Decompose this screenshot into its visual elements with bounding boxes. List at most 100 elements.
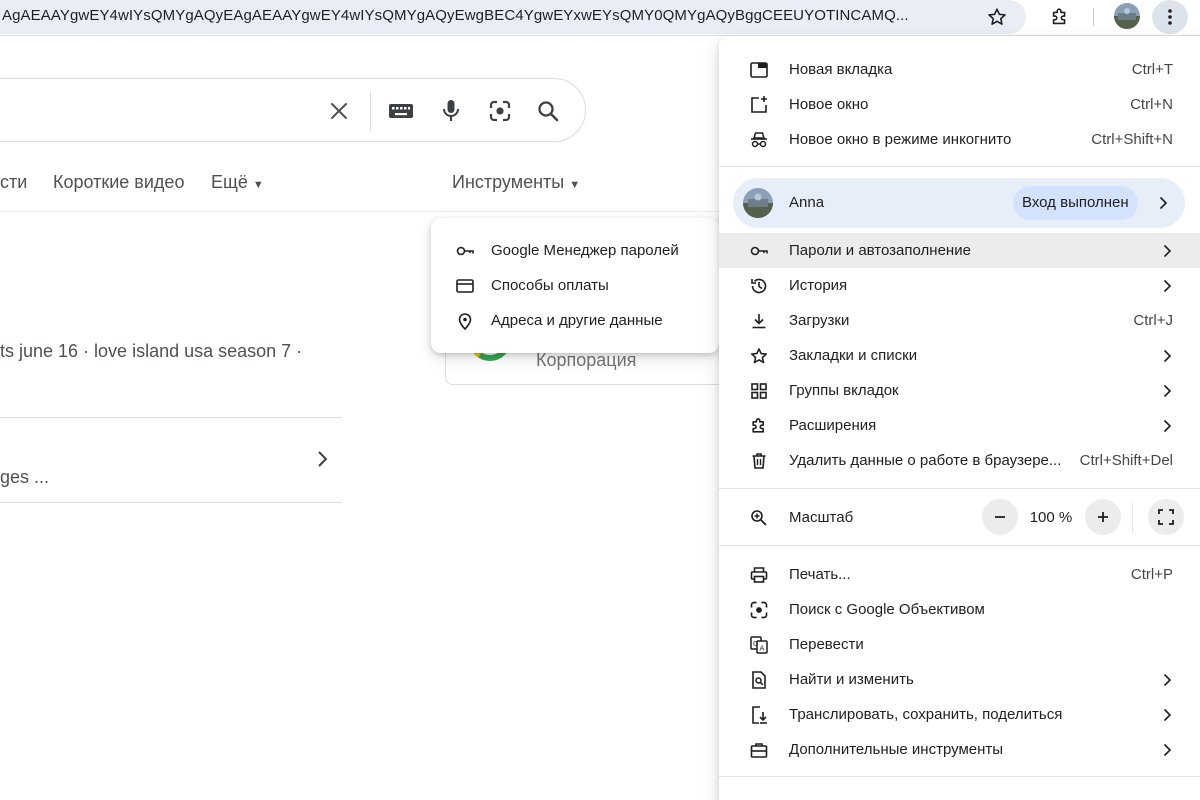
menu-item-more-tools[interactable]: Дополнительные инструменты — [719, 732, 1200, 767]
menu-item-shortcut: Ctrl+Shift+Del — [1079, 452, 1173, 469]
tab-news[interactable]: сти — [0, 172, 27, 193]
menu-item-label: Удалить данные о работе в браузере... — [789, 452, 1062, 469]
menu-item-label: Новое окно в режиме инкогнито — [789, 131, 1012, 148]
menu-profile-row[interactable]: Anna Вход выполнен — [733, 178, 1185, 228]
find-icon — [749, 670, 769, 690]
tab-groups-icon — [749, 381, 769, 401]
menu-item-cast-save-share[interactable]: Транслировать, сохранить, поделиться — [719, 697, 1200, 732]
clear-search-icon[interactable] — [323, 95, 355, 127]
menu-item-label: Загрузки — [789, 312, 850, 329]
menu-item-shortcut: Ctrl+N — [1130, 96, 1173, 113]
menu-item-shortcut: Ctrl+J — [1133, 312, 1173, 329]
menu-item-label: Группы вкладок — [789, 382, 899, 399]
chevron-right-icon — [1157, 740, 1177, 760]
chevron-right-icon — [1157, 705, 1177, 725]
menu-item-shortcut: Ctrl+P — [1130, 566, 1173, 583]
menu-item-downloads[interactable]: Загрузки Ctrl+J — [719, 303, 1200, 338]
credit-card-icon — [455, 276, 475, 296]
menu-item-new-incognito-window[interactable]: Новое окно в режиме инкогнито Ctrl+Shift… — [719, 122, 1200, 157]
menu-item-label: Новое окно — [789, 96, 869, 113]
menu-item-passwords-autofill[interactable]: Пароли и автозаполнение — [719, 233, 1200, 268]
menu-item-shortcut: Ctrl+Shift+N — [1091, 131, 1173, 148]
chevron-right-icon[interactable] — [311, 448, 333, 470]
keyboard-icon[interactable] — [385, 95, 417, 127]
menu-item-print[interactable]: Печать... Ctrl+P — [719, 557, 1200, 592]
voice-search-icon[interactable] — [435, 95, 467, 127]
zoom-icon — [749, 508, 769, 528]
chrome-main-menu: Новая вкладка Ctrl+T Новое окно Ctrl+N Н… — [719, 36, 1200, 800]
menu-item-zoom: Масштаб — [719, 500, 1200, 535]
menu-item-bookmarks-lists[interactable]: Закладки и списки — [719, 338, 1200, 373]
menu-item-history[interactable]: История — [719, 268, 1200, 303]
url-text[interactable]: AgAEAAYgwEY4wIYsQMYgAQyEAgAEAAYgwEY4wIYs… — [2, 7, 966, 24]
extensions-icon — [749, 416, 769, 436]
key-icon — [749, 241, 769, 261]
tab-more[interactable]: Ещё ▼ — [211, 172, 264, 193]
menu-item-label: Поиск с Google Объективом — [789, 601, 985, 618]
search-box-divider — [370, 91, 371, 131]
tab-short-videos[interactable]: Короткие видео — [53, 172, 184, 193]
menu-item-find-edit[interactable]: Найти и изменить — [719, 662, 1200, 697]
menu-separator — [719, 776, 1200, 777]
google-lens-icon — [749, 600, 769, 620]
profile-name: Anna — [789, 194, 825, 211]
new-tab-icon — [749, 60, 769, 80]
sign-in-status-badge[interactable]: Вход выполнен — [1013, 186, 1138, 220]
menu-item-google-lens[interactable]: Поиск с Google Объективом — [719, 592, 1200, 627]
menu-item-new-window[interactable]: Новое окно Ctrl+N — [719, 87, 1200, 122]
result-divider — [0, 417, 342, 418]
menu-item-translate[interactable]: GA Перевести — [719, 627, 1200, 662]
tab-tools[interactable]: Инструменты ▼ — [452, 172, 580, 193]
menu-item-label: Транслировать, сохранить, поделиться — [789, 706, 1063, 723]
toolbox-icon — [749, 740, 769, 760]
star-icon — [749, 346, 769, 366]
extensions-icon[interactable] — [1046, 3, 1074, 31]
chevron-right-icon — [1157, 276, 1177, 296]
menu-separator — [719, 488, 1200, 489]
menu-item-label: Печать... — [789, 566, 851, 583]
zoom-out-button[interactable] — [982, 499, 1018, 535]
omnibox[interactable]: AgAEAAYgwEY4wIYsQMYgAQyEAgAEAAYgwEY4wIYs… — [0, 0, 1026, 34]
menu-item-clear-browsing-data[interactable]: Удалить данные о работе в браузере... Ct… — [719, 443, 1200, 478]
chevron-right-icon — [1157, 381, 1177, 401]
menu-item-label: Расширения — [789, 417, 877, 434]
submenu-item-label: Google Менеджер паролей — [491, 242, 679, 259]
bookmark-star-icon[interactable] — [984, 4, 1010, 30]
menu-item-tab-groups[interactable]: Группы вкладок — [719, 373, 1200, 408]
google-lens-icon[interactable] — [484, 95, 516, 127]
knowledge-panel-name: Корпорация — [536, 350, 637, 370]
menu-item-extensions[interactable]: Расширения — [719, 408, 1200, 443]
new-window-icon — [749, 95, 769, 115]
print-icon — [749, 565, 769, 585]
menu-item-label: Пароли и автозаполнение — [789, 242, 971, 259]
menu-separator — [719, 545, 1200, 546]
zoom-in-button[interactable] — [1085, 499, 1121, 535]
menu-item-label: Дополнительные инструменты — [789, 741, 1004, 758]
menu-separator — [719, 166, 1200, 167]
submenu-item-addresses[interactable]: Адреса и другие данные — [431, 303, 719, 338]
download-icon — [749, 311, 769, 331]
browser-toolbar: AgAEAAYgwEY4wIYsQMYgAQyEAgAEAAYgwEY4wIYs… — [0, 0, 1200, 36]
menu-item-label: Новая вкладка — [789, 61, 893, 78]
submenu-item-payment-methods[interactable]: Способы оплаты — [431, 268, 719, 303]
result-divider — [0, 502, 342, 503]
trash-icon — [749, 451, 769, 471]
search-icon[interactable] — [532, 95, 564, 127]
svg-text:A: A — [760, 645, 765, 653]
passwords-autofill-submenu: Google Менеджер паролей Способы оплаты А… — [431, 218, 719, 353]
menu-item-label: Закладки и списки — [789, 347, 918, 364]
caret-down-icon: ▼ — [569, 179, 581, 191]
incognito-icon — [749, 130, 769, 150]
profile-avatar[interactable] — [1114, 3, 1140, 29]
result-text[interactable]: ges ... — [0, 467, 49, 488]
search-snippet[interactable]: ts june 16 · love island usa season 7 · — [0, 341, 302, 362]
submenu-item-label: Способы оплаты — [491, 277, 609, 294]
menu-item-new-tab[interactable]: Новая вкладка Ctrl+T — [719, 52, 1200, 87]
more-vert-icon[interactable] — [1152, 0, 1188, 34]
svg-text:G: G — [753, 640, 758, 648]
menu-item-shortcut: Ctrl+T — [1131, 61, 1173, 78]
submenu-item-password-manager[interactable]: Google Менеджер паролей — [431, 233, 719, 268]
search-box[interactable] — [0, 78, 586, 142]
chevron-right-icon — [1157, 416, 1177, 436]
fullscreen-button[interactable] — [1148, 499, 1184, 535]
